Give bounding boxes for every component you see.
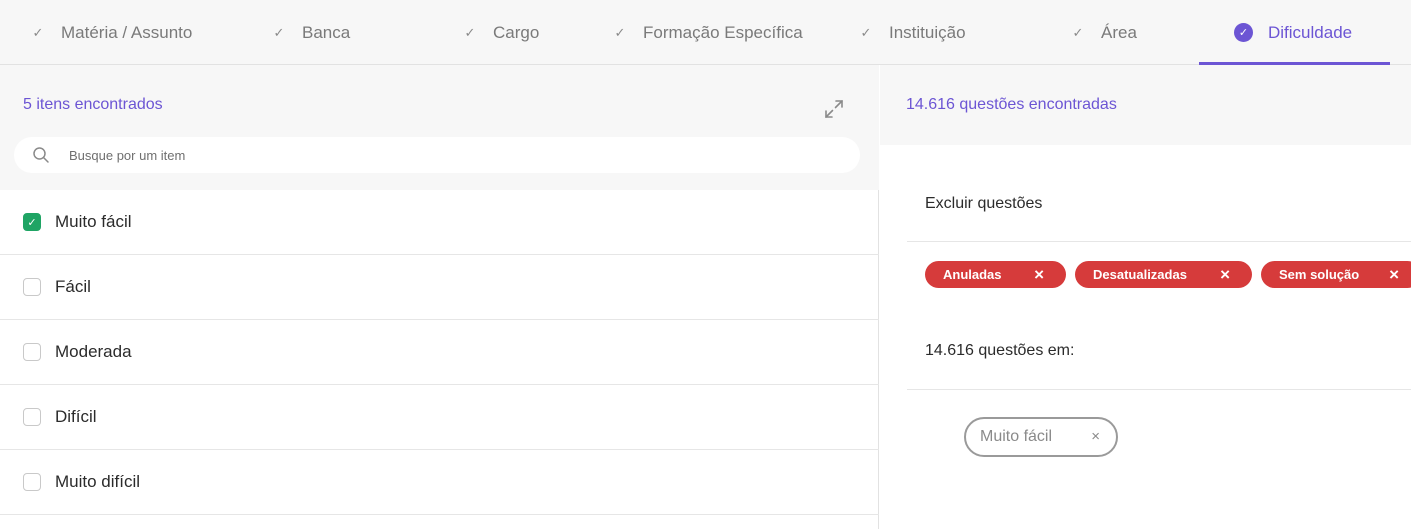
- selected-chip-muito-facil[interactable]: Muito fácil ×: [964, 417, 1118, 457]
- filter-tabs: ✓ Matéria / Assunto ✓ Banca ✓ Cargo ✓ Fo…: [0, 0, 1411, 65]
- close-icon[interactable]: ×: [1034, 266, 1044, 283]
- check-icon: ✓: [1072, 24, 1084, 40]
- check-icon: ✓: [464, 24, 476, 40]
- tab-label: Área: [1101, 22, 1137, 42]
- expand-icon[interactable]: [823, 98, 845, 120]
- summary-header: 14.616 questões encontradas: [880, 65, 1411, 145]
- tab-formacao-especifica[interactable]: ✓ Formação Específica: [614, 0, 803, 65]
- close-icon[interactable]: ×: [1220, 266, 1230, 283]
- tab-label: Formação Específica: [643, 22, 803, 42]
- tab-label: Cargo: [493, 22, 540, 42]
- tab-banca[interactable]: ✓ Banca: [273, 0, 351, 65]
- checkbox[interactable]: [23, 473, 41, 491]
- options-header: 5 itens encontrados: [0, 65, 879, 190]
- items-count: 5 itens encontrados: [23, 96, 163, 113]
- selected-title: 14.616 questões em:: [925, 342, 1075, 359]
- options-panel: 5 itens encontrados ✓ Muito fácil Fácil …: [0, 65, 879, 529]
- tab-instituicao[interactable]: ✓ Instituição: [860, 0, 966, 65]
- option-label: Moderada: [55, 342, 132, 361]
- tab-materia-assunto[interactable]: ✓ Matéria / Assunto: [32, 0, 193, 65]
- tab-area[interactable]: ✓ Área: [1072, 0, 1137, 65]
- check-icon: ✓: [860, 24, 872, 40]
- summary-panel: 14.616 questões encontradas Excluir ques…: [880, 65, 1411, 529]
- close-icon[interactable]: ×: [1389, 266, 1399, 283]
- search-box: [14, 137, 860, 173]
- option-muito-facil[interactable]: ✓ Muito fácil: [0, 190, 879, 255]
- search-input[interactable]: [69, 147, 829, 163]
- chip-label: Muito fácil: [980, 428, 1053, 445]
- tab-label: Dificuldade: [1268, 22, 1353, 42]
- divider: [907, 241, 1411, 242]
- checkbox[interactable]: [23, 278, 41, 296]
- check-icon: ✓: [614, 24, 626, 40]
- search-icon: [32, 146, 50, 164]
- option-moderada[interactable]: Moderada: [0, 320, 879, 385]
- chip-label: Sem solução: [1279, 267, 1360, 282]
- option-muito-dificil[interactable]: Muito difícil: [0, 450, 879, 515]
- option-label: Muito difícil: [55, 472, 141, 491]
- check-icon: ✓: [273, 24, 285, 40]
- checkbox-checked[interactable]: ✓: [23, 213, 41, 231]
- exclude-title: Excluir questões: [925, 195, 1043, 212]
- checkbox[interactable]: [23, 343, 41, 361]
- chip-label: Desatualizadas: [1093, 267, 1187, 282]
- option-label: Muito fácil: [55, 212, 132, 231]
- tab-label: Instituição: [889, 22, 966, 42]
- option-dificil[interactable]: Difícil: [0, 385, 879, 450]
- checkbox[interactable]: [23, 408, 41, 426]
- check-icon: ✓: [32, 24, 44, 40]
- check-circle-icon: ✓: [1234, 23, 1253, 42]
- questions-count: 14.616 questões encontradas: [906, 96, 1117, 113]
- option-facil[interactable]: Fácil: [0, 255, 879, 320]
- exclude-chip-anuladas[interactable]: Anuladas ×: [925, 261, 1066, 288]
- divider: [907, 389, 1411, 390]
- option-label: Fácil: [55, 277, 91, 296]
- close-icon[interactable]: ×: [1091, 428, 1100, 445]
- chip-label: Anuladas: [943, 267, 1002, 282]
- tab-cargo[interactable]: ✓ Cargo: [464, 0, 540, 65]
- tab-label: Banca: [302, 22, 351, 42]
- tab-dificuldade[interactable]: ✓ Dificuldade: [1234, 0, 1352, 65]
- exclude-chip-desatualizadas[interactable]: Desatualizadas ×: [1075, 261, 1252, 288]
- exclude-chip-sem-solucao[interactable]: Sem solução ×: [1261, 261, 1411, 288]
- tab-label: Matéria / Assunto: [61, 22, 193, 42]
- option-label: Difícil: [55, 407, 97, 426]
